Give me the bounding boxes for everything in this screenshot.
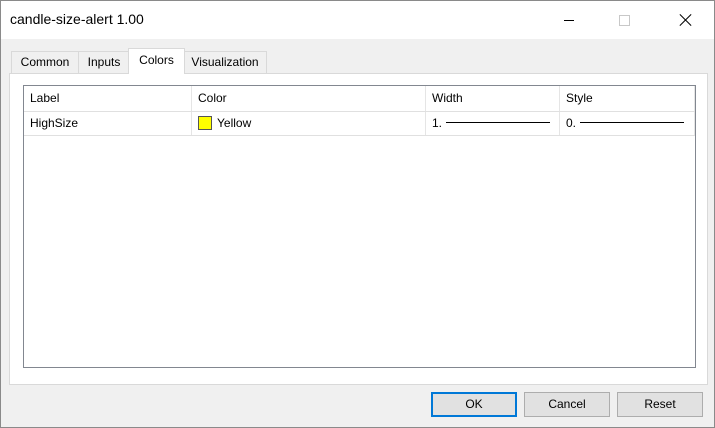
tab-common[interactable]: Common	[11, 51, 79, 73]
style-selector-cell[interactable]: 0.	[560, 112, 695, 135]
window-title: candle-size-alert 1.00	[10, 11, 144, 27]
width-line-sample	[446, 122, 551, 124]
colors-tab-panel: Label Color Width Style HighSize Yellow …	[9, 73, 708, 385]
maximize-button	[601, 1, 647, 39]
dialog-window: candle-size-alert 1.00 Common Inputs Col…	[0, 0, 715, 428]
maximize-icon	[618, 14, 630, 26]
minimize-button[interactable]	[546, 1, 592, 39]
style-value: 0.	[566, 116, 577, 130]
tab-visualization[interactable]: Visualization	[183, 51, 267, 73]
reset-button[interactable]: Reset	[617, 392, 703, 417]
cancel-button[interactable]: Cancel	[524, 392, 610, 417]
tab-inputs[interactable]: Inputs	[78, 51, 130, 73]
tab-colors[interactable]: Colors	[128, 48, 185, 74]
table-row[interactable]: HighSize Yellow 1. 0.	[24, 112, 695, 136]
title-bar: candle-size-alert 1.00	[1, 1, 714, 39]
minimize-icon	[564, 19, 574, 21]
ok-button[interactable]: OK	[431, 392, 517, 417]
style-line-sample	[580, 122, 685, 124]
color-picker-cell[interactable]: Yellow	[192, 112, 426, 135]
color-swatch	[198, 115, 212, 130]
column-header-width[interactable]: Width	[426, 86, 560, 111]
grid-header: Label Color Width Style	[24, 86, 695, 112]
color-name: Yellow	[217, 116, 252, 130]
column-header-color[interactable]: Color	[192, 86, 426, 111]
width-value: 1.	[432, 116, 443, 130]
width-selector-cell[interactable]: 1.	[426, 112, 560, 135]
column-header-style[interactable]: Style	[560, 86, 695, 111]
close-button[interactable]	[663, 1, 709, 39]
colors-grid: Label Color Width Style HighSize Yellow …	[23, 85, 696, 368]
close-icon	[680, 14, 692, 26]
row-label: HighSize	[24, 112, 192, 135]
column-header-label[interactable]: Label	[24, 86, 192, 111]
